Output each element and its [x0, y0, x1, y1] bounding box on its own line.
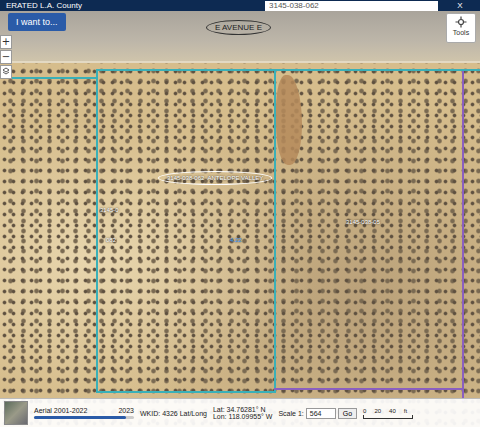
close-button[interactable]: X [446, 1, 474, 10]
tools-button[interactable]: Tools [446, 13, 476, 43]
parcel-line [274, 388, 464, 390]
scale-input[interactable]: 564 [306, 408, 336, 419]
parcel-line [0, 77, 96, 79]
slider-track[interactable] [34, 416, 134, 419]
selected-parcel-boundary [96, 69, 276, 393]
parcel-label: 4.22 [230, 237, 242, 243]
selected-parcel-label[interactable]: 3145-038-062ANTELOPE VALLEY [158, 171, 272, 185]
scale-bar: 02040ft [363, 408, 413, 419]
zoom-controls: +− [0, 35, 12, 79]
wkid-selector[interactable]: WKID: 4326 Lat/Long [140, 410, 207, 417]
parcel-line [462, 71, 464, 401]
scale-control: Scale 1:564Go [278, 408, 357, 419]
map-viewer: ERATED L.A. County3145-038-062XI want to… [0, 0, 480, 427]
zoom-out-button[interactable]: − [0, 50, 12, 64]
year-slider[interactable]: Aerial 2001-2022 2023 [34, 407, 134, 419]
map-canvas[interactable]: I want to... +− Tools E AVENUE E 3145-038-06… [0, 11, 480, 427]
tools-icon [455, 16, 467, 28]
parcel-label: 3145-038-05 [346, 219, 380, 225]
parcel-label: 082 [106, 237, 116, 243]
year-value: 2023 [118, 407, 134, 414]
layers-button[interactable] [0, 65, 12, 79]
parcel-line [272, 69, 480, 71]
coordinates: Lat: 34.76281° NLon: 118.09955° W [213, 406, 273, 420]
street-label: E AVENUE E [206, 20, 271, 35]
slider-fill [34, 416, 126, 419]
header-bar: ERATED L.A. County 3145-038-062 X [0, 0, 480, 11]
road [0, 11, 480, 63]
basemap-label: Aerial 2001-2022 [34, 407, 87, 414]
status-bar: Aerial 2001-2022 2023 WKID: 4326 Lat/Long L… [0, 398, 480, 427]
parcel-label: 3145-0 [100, 207, 119, 213]
go-button[interactable]: Go [338, 408, 357, 419]
basemap-thumbnail[interactable] [4, 401, 28, 425]
pond [276, 75, 302, 165]
layers-icon [2, 67, 10, 75]
search-box[interactable]: 3145-038-062 [265, 1, 438, 11]
zoom-in-button[interactable]: + [0, 35, 12, 49]
i-want-to-button[interactable]: I want to... [8, 13, 66, 31]
header-title: ERATED L.A. County [6, 1, 257, 10]
